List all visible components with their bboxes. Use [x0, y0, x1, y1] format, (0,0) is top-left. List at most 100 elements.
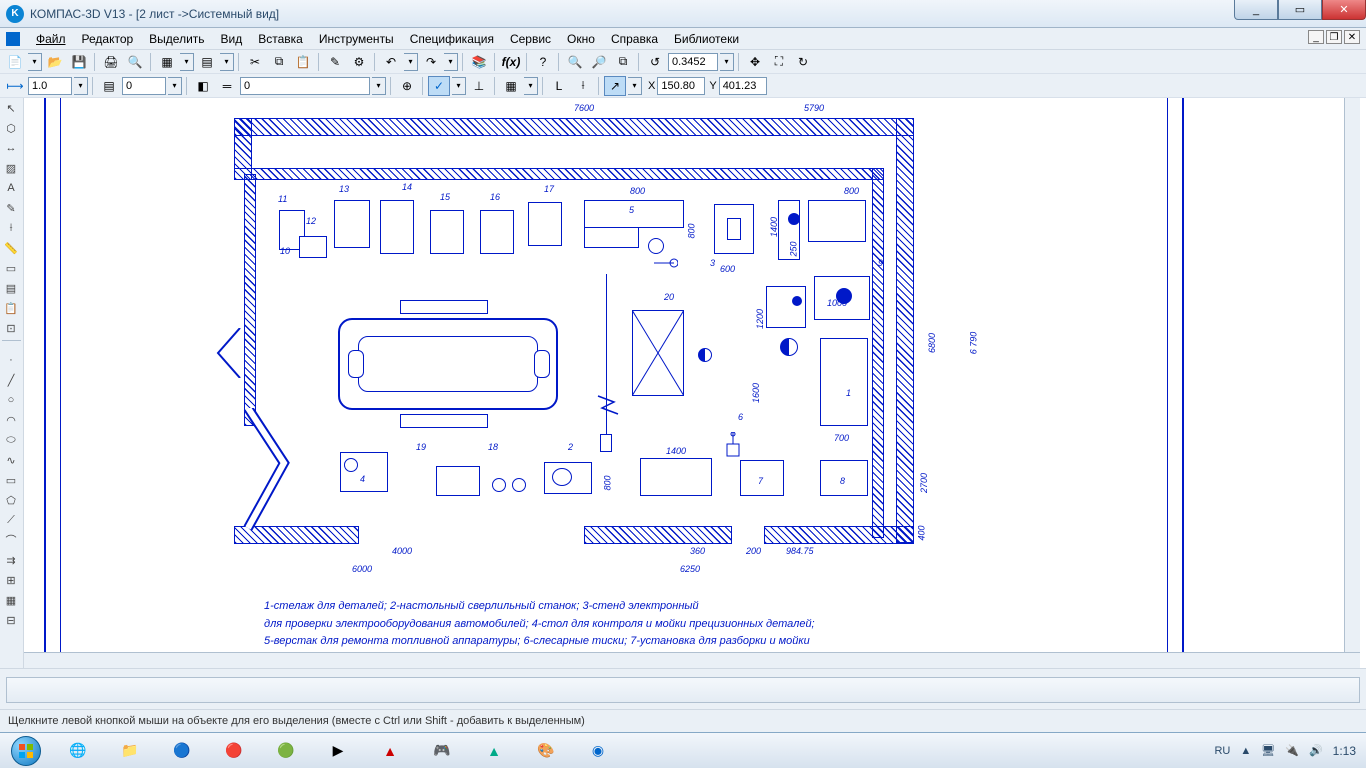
edit-icon[interactable]: ✎	[0, 198, 22, 218]
dims-icon[interactable]: ↔	[0, 138, 22, 158]
style-input[interactable]	[240, 77, 370, 95]
maximize-button[interactable]: ▭	[1278, 0, 1322, 20]
task-game-icon[interactable]: 🎮	[417, 736, 467, 766]
task-opera-icon[interactable]: 🔴	[209, 736, 259, 766]
chamfer-icon[interactable]: ⟋	[0, 510, 22, 530]
report-icon[interactable]: 📋	[0, 298, 22, 318]
zoom-fit-icon[interactable]: ⛶	[768, 52, 790, 72]
ellipse-icon[interactable]: ⬭	[0, 430, 22, 450]
hatch-cmd-icon[interactable]: ▦	[0, 590, 22, 610]
tray-flag-icon[interactable]: ▲	[1240, 745, 1251, 757]
lcs-icon[interactable]: L	[548, 76, 570, 96]
task-explorer-icon[interactable]: 📁	[105, 736, 155, 766]
doc-system-icon[interactable]	[6, 32, 20, 46]
undo-icon[interactable]: ↶	[380, 52, 402, 72]
pointer-icon[interactable]: ↖	[0, 98, 22, 118]
zoom-prev-icon[interactable]: ↺	[644, 52, 666, 72]
menu-spec[interactable]: Спецификация	[402, 29, 502, 49]
tray-volume-icon[interactable]: 🔊	[1309, 744, 1323, 757]
insert-icon[interactable]: ⊡	[0, 318, 22, 338]
minimize-button[interactable]: _	[1234, 0, 1278, 20]
spec-icon[interactable]: ▦	[156, 52, 178, 72]
library-icon[interactable]: 📚	[468, 52, 490, 72]
zoom-window-icon[interactable]: ⧉	[612, 52, 634, 72]
menu-select[interactable]: Выделить	[141, 29, 212, 49]
menu-tools[interactable]: Инструменты	[311, 29, 402, 49]
break-icon[interactable]: ⊟	[0, 610, 22, 630]
menu-help[interactable]: Справка	[603, 29, 666, 49]
zoom-in-icon[interactable]: 🔍	[564, 52, 586, 72]
canvas[interactable]: 11 12 13 14 15 16 17 5	[24, 98, 1366, 668]
copy-icon[interactable]: ⧉	[268, 52, 290, 72]
task-ie-icon[interactable]: 🌐	[53, 736, 103, 766]
preview-icon[interactable]: 🔍	[124, 52, 146, 72]
x-coord-input[interactable]	[657, 77, 705, 95]
new-dropdown[interactable]: ▾	[28, 53, 42, 71]
close-button[interactable]: ✕	[1322, 0, 1366, 20]
polygon-icon[interactable]: ⬠	[0, 490, 22, 510]
menu-window[interactable]: Окно	[559, 29, 603, 49]
help-icon[interactable]: ?	[532, 52, 554, 72]
color-icon[interactable]: ◧	[192, 76, 214, 96]
start-button[interactable]	[0, 733, 52, 769]
task-acrobat-icon[interactable]: ▲	[365, 736, 415, 766]
horizontal-scrollbar[interactable]	[24, 652, 1360, 668]
print-icon[interactable]: 🖨	[100, 52, 122, 72]
doc-restore[interactable]: ❐	[1326, 30, 1342, 44]
zoom-out-icon[interactable]: 🔎	[588, 52, 610, 72]
task-kompas-icon[interactable]: ◉	[573, 736, 623, 766]
pan-icon[interactable]: ✥	[744, 52, 766, 72]
tray-power-icon[interactable]: 🔌	[1285, 744, 1299, 757]
task-utorrent-icon[interactable]: 🟢	[261, 736, 311, 766]
vertical-scrollbar[interactable]	[1344, 98, 1360, 652]
menu-insert[interactable]: Вставка	[250, 29, 311, 49]
tray-lang[interactable]: RU	[1214, 745, 1230, 757]
paste-icon[interactable]: 📋	[292, 52, 314, 72]
y-coord-input[interactable]	[719, 77, 767, 95]
menu-libraries[interactable]: Библиотеки	[666, 29, 747, 49]
arc-icon[interactable]: ◠	[0, 410, 22, 430]
param-icon[interactable]: ↗	[604, 76, 626, 96]
measure-icon[interactable]: 📏	[0, 238, 22, 258]
copy-props-icon[interactable]: ✎	[324, 52, 346, 72]
save-icon[interactable]: 💾	[68, 52, 90, 72]
cut-icon[interactable]: ✂	[244, 52, 266, 72]
menu-editor[interactable]: Редактор	[74, 29, 142, 49]
task-autodesk-icon[interactable]: ▲	[469, 736, 519, 766]
collect-icon[interactable]: ⊞	[0, 570, 22, 590]
geometry-icon[interactable]: ⬡	[0, 118, 22, 138]
text-icon[interactable]: A	[0, 178, 22, 198]
redo-icon[interactable]: ↷	[420, 52, 442, 72]
dimension-icon[interactable]: ⟼	[4, 76, 26, 96]
open-icon[interactable]: 📂	[44, 52, 66, 72]
rect-icon[interactable]: ▭	[0, 470, 22, 490]
hatch-icon[interactable]: ▨	[0, 158, 22, 178]
zoom-dropdown[interactable]: ▾	[720, 53, 734, 71]
task-playstore-icon[interactable]: ▶	[313, 736, 363, 766]
layer-input[interactable]	[122, 77, 166, 95]
props-icon[interactable]: ⚙	[348, 52, 370, 72]
task-paint-icon[interactable]: 🎨	[521, 736, 571, 766]
layers-icon[interactable]: ▤	[196, 52, 218, 72]
task-chrome-icon[interactable]: 🔵	[157, 736, 207, 766]
menu-service[interactable]: Сервис	[502, 29, 559, 49]
property-panel[interactable]	[6, 677, 1360, 703]
variables-icon[interactable]: f(x)	[500, 52, 522, 72]
coord-icon[interactable]: ⟊	[572, 76, 594, 96]
menu-view[interactable]: Вид	[213, 29, 251, 49]
doc-minimize[interactable]: _	[1308, 30, 1324, 44]
zoom-value-input[interactable]	[668, 53, 718, 71]
point-icon[interactable]: ·	[0, 350, 22, 370]
offset-icon[interactable]: ⇉	[0, 550, 22, 570]
spec-tools-icon[interactable]: ▤	[0, 278, 22, 298]
doc-close[interactable]: ✕	[1344, 30, 1360, 44]
layer-icon[interactable]: ▤	[98, 76, 120, 96]
spline-icon[interactable]: ∿	[0, 450, 22, 470]
redraw-icon[interactable]: ↻	[792, 52, 814, 72]
grid-icon[interactable]: ▦	[500, 76, 522, 96]
tray-clock[interactable]: 1:13	[1333, 744, 1356, 758]
param-tools-icon[interactable]: ⟊	[0, 218, 22, 238]
ortho-icon[interactable]: ⊥	[468, 76, 490, 96]
fillet-icon[interactable]: ⌒	[0, 530, 22, 550]
line-icon[interactable]: ╱	[0, 370, 22, 390]
